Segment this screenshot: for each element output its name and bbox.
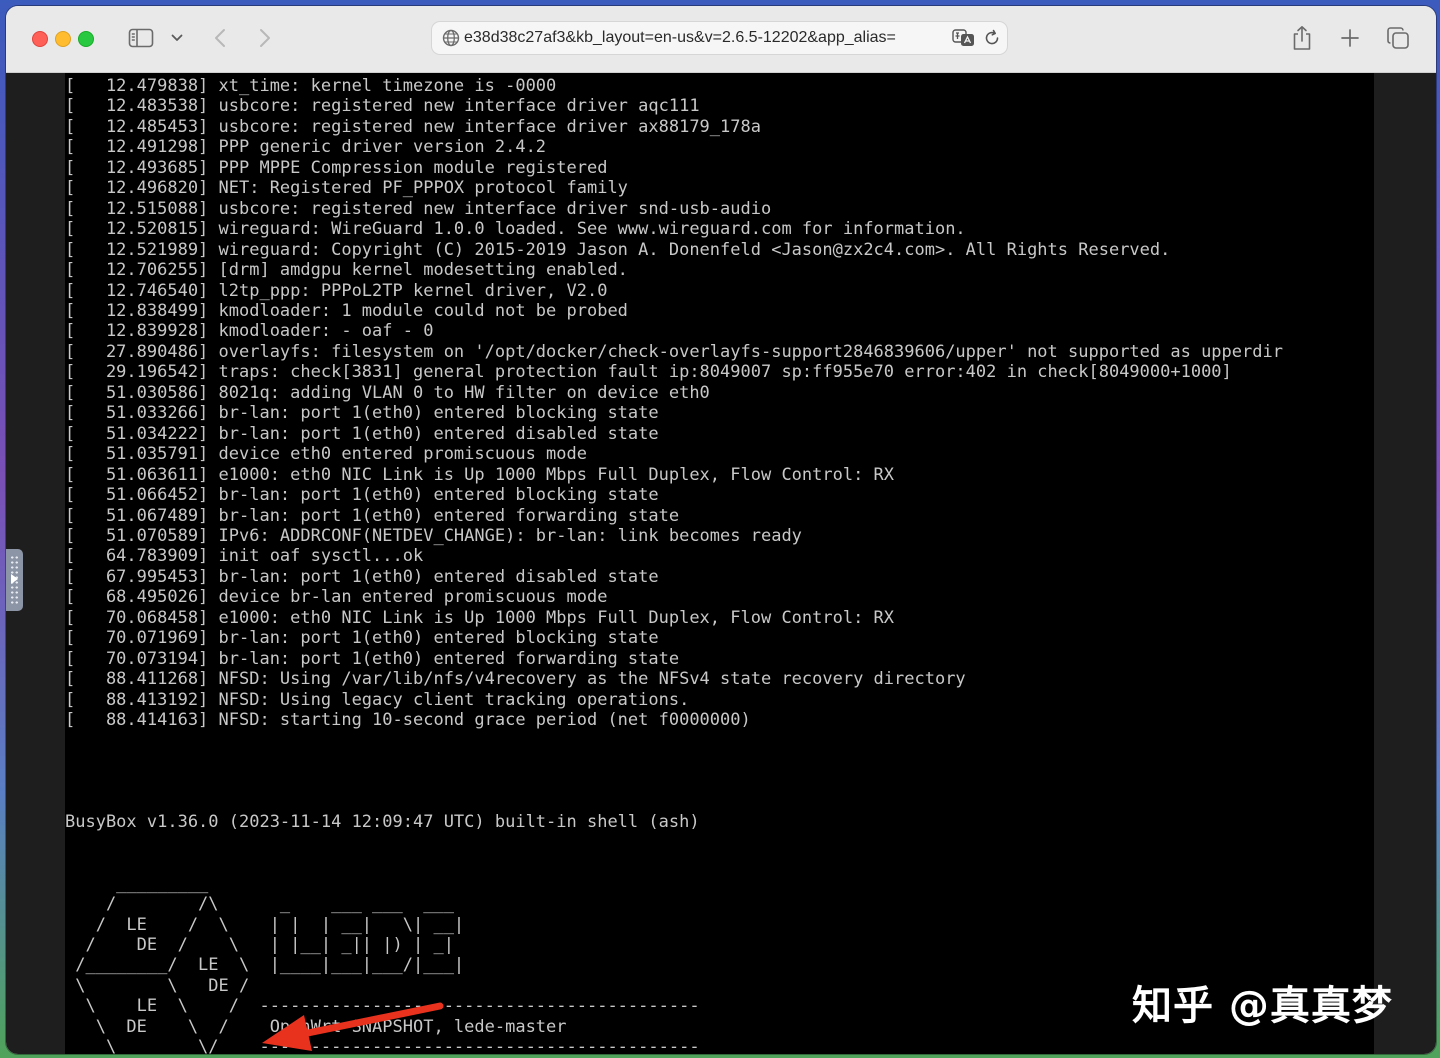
terminal-line: [ 88.414163] NFSD: starting 10-second gr… (65, 710, 751, 731)
terminal-line: [ 12.746540] l2tp_ppp: PPPoL2TP kernel d… (65, 280, 608, 301)
forward-button[interactable] (251, 24, 279, 52)
page-content: [ 12.479838] xt_time: kernel timezone is… (6, 73, 1436, 1054)
terminal-line: [ 67.995453] br-lan: port 1(eth0) entere… (65, 566, 659, 587)
terminal-line: [ 12.521989] wireguard: Copyright (C) 20… (65, 239, 1171, 260)
terminal-line: \ \ DE / (65, 975, 250, 996)
browser-window: e38d38c27af3&kb_layout=en-us&v=2.6.5-122… (6, 6, 1436, 1054)
play-arrow-icon (11, 574, 18, 584)
terminal-line: [ 12.491298] PPP generic driver version … (65, 137, 547, 158)
terminal-line: [ 70.068458] e1000: eth0 NIC Link is Up … (65, 607, 895, 628)
terminal-line: [ 12.479838] xt_time: kernel timezone is… (65, 76, 557, 96)
terminal-line: /________/ LE \ |____|___|___/|___| (65, 955, 465, 976)
vnc-terminal-console[interactable]: [ 12.479838] xt_time: kernel timezone is… (65, 73, 1374, 1054)
terminal-line: [ 70.073194] br-lan: port 1(eth0) entere… (65, 648, 680, 669)
close-window-button[interactable] (32, 31, 48, 47)
terminal-line: [ 12.483538] usbcore: registered new int… (65, 96, 700, 117)
terminal-line: [ 27.890486] overlayfs: filesystem on '/… (65, 341, 1283, 362)
sidebar-toggle-button[interactable] (126, 24, 156, 52)
terminal-line: [ 12.706255] [drm] amdgpu kernel modeset… (65, 260, 628, 281)
terminal-line: [ 88.413192] NFSD: Using legacy client t… (65, 689, 690, 710)
terminal-output: [ 12.479838] xt_time: kernel timezone is… (65, 76, 1283, 1054)
tab-overview-button[interactable] (1384, 24, 1412, 52)
terminal-line: [ 12.838499] kmodloader: 1 module could … (65, 300, 628, 321)
chevron-down-icon (171, 34, 183, 41)
terminal-line: [ 51.030586] 8021q: adding VLAN 0 to HW … (65, 382, 710, 403)
terminal-line: BusyBox v1.36.0 (2023-11-14 12:09:47 UTC… (65, 812, 700, 833)
terminal-line: [ 88.411268] NFSD: Using /var/lib/nfs/v4… (65, 669, 966, 690)
terminal-line: [ 51.066452] br-lan: port 1(eth0) entere… (65, 485, 659, 506)
terminal-line: / /\ _ ___ ___ ___ (65, 894, 454, 915)
terminal-line: \________\/ ----------------------------… (65, 1037, 700, 1054)
terminal-line: [ 12.485453] usbcore: registered new int… (65, 116, 761, 137)
new-tab-button[interactable] (1336, 24, 1364, 52)
chevron-right-icon (260, 29, 270, 47)
chevron-left-icon (215, 29, 225, 47)
terminal-line: [ 12.520815] wireguard: WireGuard 1.0.0 … (65, 219, 966, 240)
terminal-line: [ 51.063611] e1000: eth0 NIC Link is Up … (65, 464, 895, 485)
terminal-line: [ 29.196542] traps: check[3831] general … (65, 362, 1232, 383)
terminal-line: [ 12.839928] kmodloader: - oaf - 0 (65, 321, 434, 342)
reload-icon[interactable] (982, 28, 1002, 48)
url-text[interactable]: e38d38c27af3&kb_layout=en-us&v=2.6.5-122… (464, 29, 944, 47)
terminal-line: _________ (65, 873, 209, 894)
tabs-overview-icon (1387, 27, 1409, 49)
tab-group-menu-button[interactable] (168, 24, 186, 52)
globe-icon (442, 29, 460, 47)
terminal-line: [ 12.493685] PPP MPPE Compression module… (65, 157, 608, 178)
back-button[interactable] (206, 24, 234, 52)
translate-icon[interactable] (952, 28, 976, 48)
sidebar-icon (128, 28, 154, 48)
share-button[interactable] (1288, 24, 1316, 52)
terminal-line: \ LE \ / -------------------------------… (65, 996, 700, 1017)
terminal-line: [ 64.783909] init oaf sysctl...ok (65, 546, 424, 567)
address-bar[interactable]: e38d38c27af3&kb_layout=en-us&v=2.6.5-122… (431, 21, 1008, 55)
terminal-line: \ DE \ / OpenWrt SNAPSHOT, lede-master (65, 1016, 567, 1037)
browser-toolbar: e38d38c27af3&kb_layout=en-us&v=2.6.5-122… (6, 6, 1436, 73)
terminal-line: / DE / \ | |__| _|| |) | _| (65, 935, 454, 956)
console-side-panel-handle[interactable] (6, 549, 23, 611)
terminal-line: / LE / \ | | | __| \| __| (65, 914, 465, 935)
share-icon (1293, 25, 1311, 50)
zhihu-watermark: 知乎 @真真梦 (1132, 983, 1393, 1029)
terminal-line: [ 51.034222] br-lan: port 1(eth0) entere… (65, 423, 659, 444)
terminal-line: [ 68.495026] device br-lan entered promi… (65, 587, 608, 608)
terminal-line: [ 51.070589] IPv6: ADDRCONF(NETDEV_CHANG… (65, 525, 802, 546)
minimize-window-button[interactable] (55, 31, 71, 47)
terminal-line: [ 70.071969] br-lan: port 1(eth0) entere… (65, 628, 659, 649)
zoom-window-button[interactable] (78, 31, 94, 47)
terminal-line: [ 12.515088] usbcore: registered new int… (65, 198, 772, 219)
terminal-line: [ 51.067489] br-lan: port 1(eth0) entere… (65, 505, 680, 526)
plus-icon (1341, 29, 1359, 47)
terminal-line: [ 12.496820] NET: Registered PF_PPPOX pr… (65, 178, 628, 199)
terminal-line: [ 51.035791] device eth0 entered promisc… (65, 444, 587, 465)
terminal-line: [ 51.033266] br-lan: port 1(eth0) entere… (65, 403, 659, 424)
